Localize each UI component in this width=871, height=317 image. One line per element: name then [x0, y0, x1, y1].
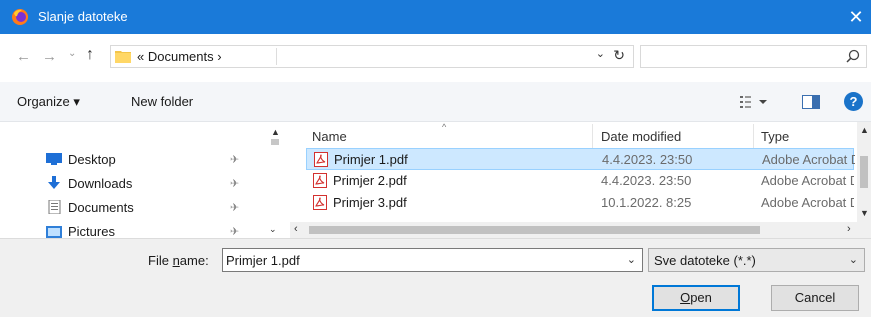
file-date: 10.1.2022. 8:25	[601, 195, 692, 210]
scroll-thumb[interactable]	[271, 139, 279, 145]
pin-icon[interactable]: ✈	[230, 177, 239, 190]
window-title: Slanje datoteke	[38, 9, 128, 24]
help-button[interactable]: ?	[844, 92, 863, 111]
sidebar-item-desktop[interactable]: Desktop ✈	[46, 150, 271, 170]
file-name-input[interactable]	[226, 252, 616, 269]
scroll-down-icon[interactable]: ⌄	[269, 224, 277, 235]
column-header-row: ^ Name Date modified Type	[290, 122, 871, 150]
scroll-thumb[interactable]	[309, 226, 760, 234]
sort-ascending-icon: ^	[442, 122, 447, 132]
search-input[interactable]	[645, 48, 835, 65]
address-dropdown-button[interactable]: ⌄	[596, 47, 605, 60]
breadcrumb[interactable]: « Documents ›	[137, 49, 222, 64]
title-bar: Slanje datoteke ✕	[0, 0, 871, 34]
file-row[interactable]: Primjer 2.pdf 4.4.2023. 23:50 Adobe Acro…	[306, 170, 854, 192]
scroll-left-icon[interactable]: ‹	[294, 223, 298, 235]
sidebar-item-label: Documents	[68, 200, 134, 215]
file-date: 4.4.2023. 23:50	[602, 152, 693, 167]
downloads-icon	[48, 176, 60, 189]
column-header-name[interactable]: Name	[312, 129, 347, 144]
open-label-rest: pen	[690, 290, 712, 305]
column-header-type[interactable]: Type	[761, 129, 789, 144]
sidebar-item-documents[interactable]: Documents ✈	[46, 198, 271, 218]
refresh-button[interactable]: ↻	[613, 47, 625, 64]
pdf-file-icon	[314, 152, 328, 167]
pin-icon[interactable]: ✈	[230, 201, 239, 214]
search-box	[640, 45, 867, 68]
file-name-field: ⌄	[222, 248, 643, 272]
recent-locations-button[interactable]: ⌄	[68, 48, 76, 59]
desktop-icon	[46, 153, 62, 165]
sidebar-item-pictures[interactable]: Pictures ✈	[46, 222, 271, 238]
pictures-icon	[46, 226, 62, 238]
organize-button[interactable]: Organize ▾	[17, 94, 80, 110]
sidebar-item-downloads[interactable]: Downloads ✈	[46, 174, 271, 194]
sidebar-item-label: Pictures	[68, 224, 115, 238]
scroll-right-icon[interactable]: ›	[847, 223, 851, 235]
scroll-up-icon[interactable]: ▲	[271, 127, 280, 137]
nav-scrollbar[interactable]: ▲ ⌄	[268, 122, 282, 238]
scroll-thumb[interactable]	[860, 156, 868, 188]
folder-icon	[115, 51, 131, 63]
file-row[interactable]: Primjer 3.pdf 10.1.2022. 8:25 Adobe Acro…	[306, 192, 854, 214]
pdf-file-icon	[313, 195, 327, 210]
file-name: Primjer 2.pdf	[333, 173, 407, 188]
file-date: 4.4.2023. 23:50	[601, 173, 692, 188]
chevron-down-icon[interactable]: ⌄	[849, 253, 858, 266]
pdf-file-icon	[313, 173, 327, 188]
file-type-value: Sve datoteke (*.*)	[654, 253, 756, 268]
cancel-button[interactable]: Cancel	[771, 285, 859, 311]
bottom-panel: File name: ⌄ Sve datoteke (*.*) ⌄ Open C…	[0, 238, 871, 317]
file-type: Adobe Acrobat D	[761, 173, 854, 188]
column-header-date[interactable]: Date modified	[601, 129, 681, 144]
toolbar: Organize ▾ New folder ?	[0, 82, 871, 122]
column-divider[interactable]	[592, 124, 593, 148]
chevron-down-icon[interactable]: ⌄	[627, 253, 636, 266]
scroll-up-icon[interactable]: ▲	[860, 125, 869, 135]
file-name-label-accel: n	[172, 253, 180, 268]
file-name-label-prefix: File	[148, 253, 173, 268]
firefox-icon	[12, 9, 28, 25]
documents-icon	[48, 200, 61, 214]
file-list: ^ Name Date modified Type Primjer 1.pdf …	[290, 122, 871, 238]
address-bar[interactable]: « Documents › ⌄ ↻	[110, 45, 634, 68]
file-name: Primjer 3.pdf	[333, 195, 407, 210]
vertical-scrollbar[interactable]: ▲ ▼	[857, 122, 871, 222]
file-type-select[interactable]: Sve datoteke (*.*) ⌄	[648, 248, 865, 272]
sidebar-item-label: Downloads	[68, 176, 133, 191]
scroll-down-icon[interactable]: ▼	[860, 208, 869, 218]
preview-pane-icon[interactable]	[802, 95, 820, 109]
file-name-label-suffix: ame:	[179, 253, 209, 268]
new-folder-button[interactable]: New folder	[131, 94, 193, 109]
back-button[interactable]: ←	[16, 48, 31, 65]
file-row[interactable]: Primjer 1.pdf 4.4.2023. 23:50 Adobe Acro…	[306, 148, 855, 170]
search-icon[interactable]	[846, 49, 860, 63]
close-button[interactable]: ✕	[841, 0, 871, 34]
file-type: Adobe Acrobat D	[762, 152, 855, 167]
open-label-accel: O	[680, 290, 691, 305]
open-button[interactable]: Open	[652, 285, 740, 311]
sidebar-item-label: Desktop	[68, 152, 116, 167]
forward-button[interactable]: →	[42, 48, 57, 65]
navigation-pane: Desktop ✈ Downloads ✈ Documents ✈ Pictur…	[0, 122, 290, 238]
breadcrumb-divider	[276, 48, 277, 65]
file-type: Adobe Acrobat D	[761, 195, 854, 210]
up-button[interactable]: ↑	[86, 46, 94, 64]
pin-icon[interactable]: ✈	[230, 153, 239, 166]
file-name-label: File name:	[148, 253, 209, 268]
view-options-icon[interactable]	[739, 94, 769, 110]
horizontal-scrollbar[interactable]: ‹ ›	[290, 222, 871, 238]
file-name: Primjer 1.pdf	[334, 152, 408, 167]
pin-icon[interactable]: ✈	[230, 225, 239, 238]
address-row: ← → ⌄ ↑ « Documents › ⌄ ↻	[0, 34, 871, 82]
column-divider[interactable]	[753, 124, 754, 148]
